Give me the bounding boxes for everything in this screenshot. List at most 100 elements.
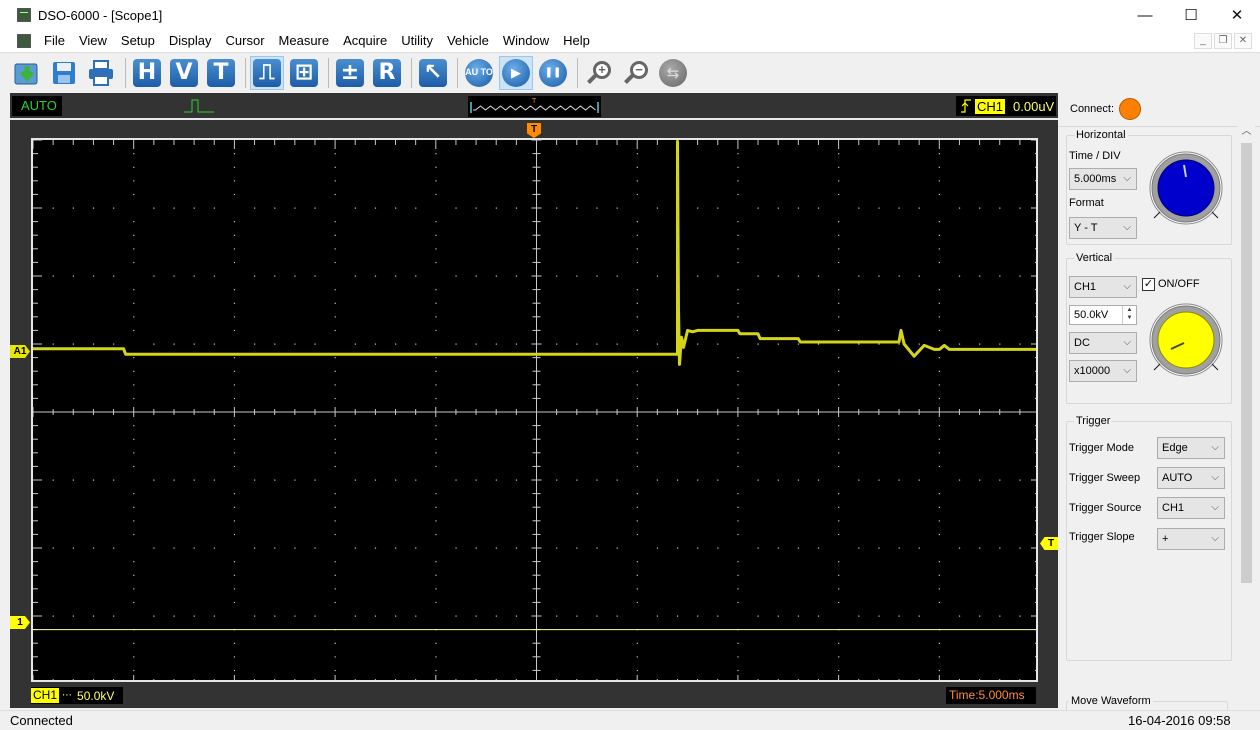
reference-button[interactable]: R [370, 56, 404, 90]
swap-button[interactable]: ⇆ [656, 56, 690, 90]
grid-dot [737, 370, 739, 372]
waveform-overview[interactable]: T [468, 96, 601, 117]
waveform-mode-button[interactable]: ⎍ [250, 55, 284, 90]
grid-dot [556, 207, 558, 209]
menu-setup[interactable]: Setup [114, 30, 162, 52]
print-button[interactable] [84, 56, 118, 90]
grid-dot [475, 343, 477, 345]
open-button[interactable] [10, 56, 44, 90]
channel-select[interactable]: CH1 ⌵ [1069, 276, 1137, 298]
grid-dot [233, 370, 236, 372]
grid-dot [636, 384, 638, 386]
grid-dot [334, 533, 336, 536]
menu-acquire[interactable]: Acquire [336, 30, 394, 52]
datetime: 16-04-2016 09:58 [1128, 713, 1231, 728]
menu-utility[interactable]: Utility [394, 30, 440, 52]
grid-dot [737, 384, 739, 386]
panel-scrollbar[interactable]: ︿ [1238, 123, 1255, 708]
grid-dot [636, 193, 638, 196]
grid-dot [817, 479, 820, 481]
menu-vehicle[interactable]: Vehicle [440, 30, 496, 52]
grid-dot [334, 316, 336, 318]
menu-help[interactable]: Help [556, 30, 597, 52]
auto-set-button[interactable]: AU TO [462, 56, 496, 90]
channel-zero-marker[interactable]: 1 [10, 616, 30, 629]
grid-dot [435, 248, 437, 250]
menu-display[interactable]: Display [162, 30, 219, 52]
mdi-document-icon[interactable] [17, 34, 31, 48]
grid-dot [636, 153, 638, 155]
scroll-thumb[interactable] [1241, 143, 1252, 583]
zoom-out-button[interactable]: − [619, 56, 653, 90]
grid-dot [374, 615, 377, 617]
grid-dot [757, 275, 759, 277]
format-label: Format [1069, 197, 1104, 209]
grid-dot [233, 574, 236, 576]
mdi-minimize-button[interactable]: _ [1194, 33, 1212, 49]
grid-dot [757, 615, 759, 617]
menu-measure[interactable]: Measure [272, 30, 337, 52]
zoom-in-button[interactable]: + [582, 56, 616, 90]
grid-dot [52, 343, 54, 345]
trigger-channel-badge: CH1 [975, 98, 1006, 114]
cursor-select-button[interactable]: ↖ [416, 56, 450, 90]
grid-dot [938, 465, 940, 468]
trigger-button[interactable]: T [204, 56, 238, 90]
channel-ref-marker[interactable]: A1 [10, 345, 30, 358]
mdi-restore-button[interactable]: ❐ [1214, 33, 1232, 49]
spin-arrows-icon[interactable]: ▲ ▼ [1122, 306, 1136, 324]
grid-dot [233, 669, 236, 672]
close-button[interactable]: ✕ [1214, 0, 1260, 30]
coupling-select[interactable]: DC ⌵ [1069, 332, 1137, 354]
grid-dot [737, 357, 739, 359]
grid-dot [717, 275, 719, 277]
time-div-knob[interactable] [1147, 151, 1225, 229]
grid-dot [153, 207, 155, 209]
grid-dot [233, 193, 236, 196]
grid-dot [72, 343, 74, 345]
save-button[interactable] [47, 56, 81, 90]
grid-dot [636, 656, 638, 658]
trigger-level-marker[interactable]: T [1040, 537, 1058, 550]
grid-dot [576, 479, 578, 481]
grid-dot [979, 615, 981, 617]
menu-file[interactable]: File [37, 30, 72, 52]
grid-dot [173, 547, 175, 549]
grid-dot [878, 207, 880, 209]
horizontal-button[interactable]: H [130, 56, 164, 90]
format-select[interactable]: Y - T ⌵ [1069, 217, 1137, 239]
time-div-select[interactable]: 5.000ms ⌵ [1069, 168, 1137, 190]
volts-div-spinbox[interactable]: 50.0kV ▲ ▼ [1069, 305, 1137, 325]
menu-window[interactable]: Window [496, 30, 556, 52]
trigger-position-marker[interactable]: T [527, 123, 541, 138]
minimize-button[interactable]: — [1122, 0, 1168, 30]
vertical-button[interactable]: V [167, 56, 201, 90]
menu-view[interactable]: View [72, 30, 114, 52]
mdi-close-button[interactable]: ✕ [1234, 33, 1252, 49]
scroll-up-icon[interactable]: ︿ [1238, 123, 1255, 140]
trigger-source-select[interactable]: CH1 ⌵ [1157, 497, 1225, 519]
grid-dot [515, 615, 518, 617]
grid-dot [576, 547, 578, 549]
onoff-checkbox[interactable]: ✓ [1142, 278, 1155, 291]
window-title: DSO-6000 - [Scope1] [38, 7, 163, 23]
pause-button[interactable]: ❚❚ [536, 56, 570, 90]
trigger-slope-select[interactable]: + ⌵ [1157, 528, 1225, 550]
menu-cursor[interactable]: Cursor [219, 30, 272, 52]
run-button[interactable]: ▶ [499, 55, 533, 90]
grid-dot [717, 479, 719, 481]
grid-dot [838, 316, 840, 318]
grid-dot [334, 193, 336, 196]
grid-dot [938, 221, 940, 223]
math-button[interactable]: ± [333, 56, 367, 90]
grid-dot [838, 329, 840, 332]
measure-table-button[interactable]: ⊞ [287, 56, 321, 90]
grid-dot [395, 479, 397, 481]
waveform-screen[interactable] [31, 138, 1038, 682]
app-monitor-icon [17, 8, 31, 22]
trigger-sweep-select[interactable]: AUTO ⌵ [1157, 467, 1225, 489]
trigger-mode-select[interactable]: Edge ⌵ [1157, 437, 1225, 459]
probe-select[interactable]: x10000 ⌵ [1069, 360, 1137, 382]
maximize-button[interactable]: ☐ [1168, 0, 1214, 30]
volts-div-knob[interactable] [1147, 303, 1225, 381]
